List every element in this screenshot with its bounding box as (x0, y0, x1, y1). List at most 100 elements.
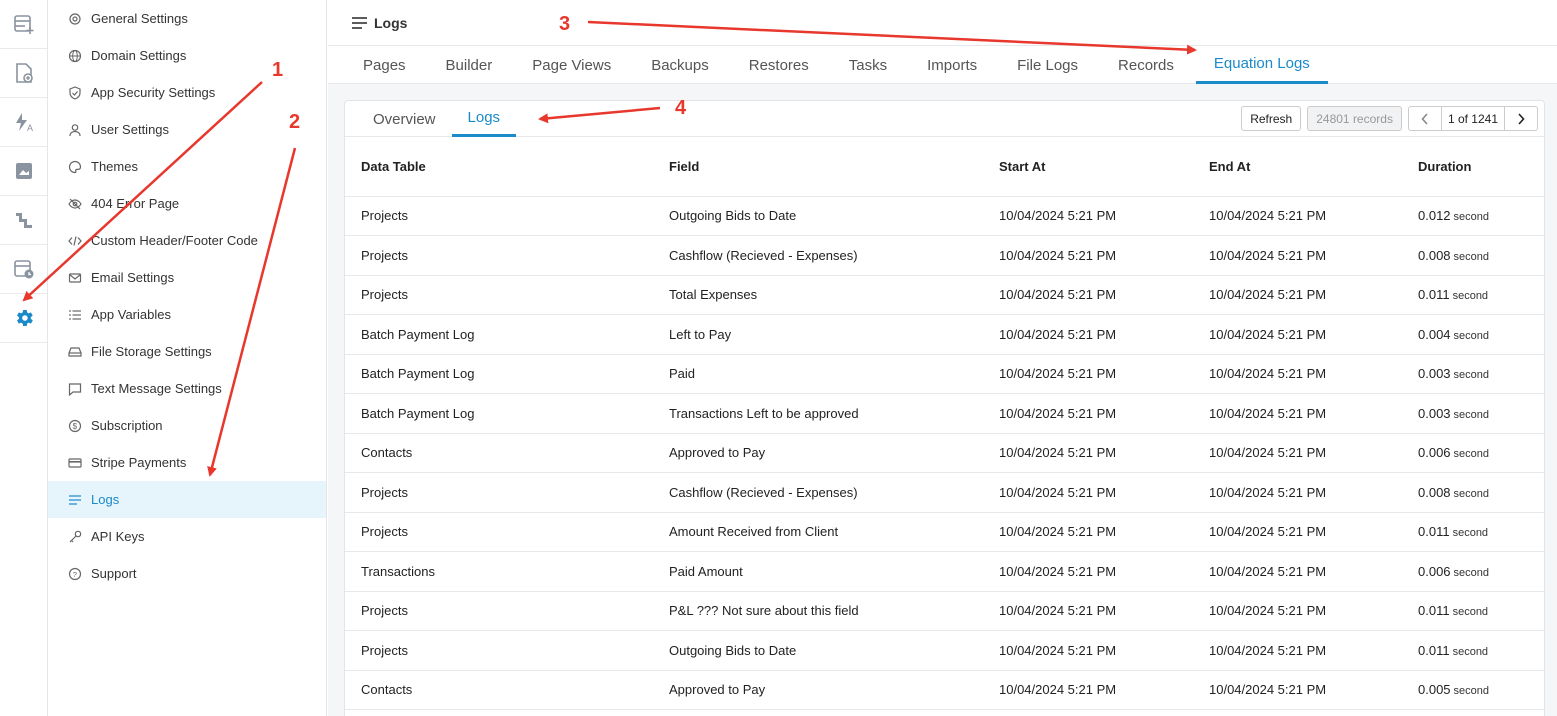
tab-imports[interactable]: Imports (909, 46, 995, 84)
table-row[interactable]: Batch Payment Log Left to Pay 10/04/2024 5… (345, 314, 1544, 355)
tab-file-logs[interactable]: File Logs (999, 46, 1096, 84)
rail-item-tables[interactable] (0, 0, 47, 49)
column-header-duration[interactable]: Duration (1402, 137, 1544, 197)
sidebar-item-label: Stripe Payments (91, 455, 187, 470)
cell-end-at: 10/04/2024 5:21 PM (1193, 591, 1402, 631)
sidebar-item-label: API Keys (91, 529, 145, 544)
sidebar-item-logs[interactable]: Logs (48, 481, 326, 518)
message-icon (67, 381, 82, 396)
sidebar-item-support[interactable]: ? Support (48, 555, 326, 592)
sidebar-item-general-settings[interactable]: General Settings (48, 0, 326, 37)
duration-unit: second (1453, 566, 1490, 579)
table-row[interactable]: Contacts Approved to Pay 10/04/2024 5:21 P… (345, 670, 1544, 710)
sidebar-item-user-settings[interactable]: User Settings (48, 111, 326, 148)
tab-restores[interactable]: Restores (731, 46, 827, 84)
duration-unit: second (1452, 290, 1489, 303)
next-page-button[interactable] (1505, 107, 1537, 130)
subtab-logs[interactable]: Logs (451, 101, 517, 137)
table-row[interactable]: Batch Payment Log Transactions Left to be… (345, 393, 1544, 434)
tab-backups[interactable]: Backups (633, 46, 727, 84)
duration-value: 0.005 (1418, 682, 1451, 698)
column-header-end-at[interactable]: End At (1193, 137, 1402, 197)
annotation-number-2: 2 (289, 111, 301, 133)
sidebar-item-label: Text Message Settings (91, 381, 222, 396)
table-row[interactable]: Projects Total Expenses 10/04/2024 5:21 PM… (345, 275, 1544, 315)
sidebar-item-file-storage-settings[interactable]: File Storage Settings (48, 333, 326, 370)
rail-item-pages[interactable] (0, 49, 47, 98)
cell-end-at: 10/04/2024 5:21 PM (1193, 433, 1402, 473)
sidebar-item-themes[interactable]: Themes (48, 148, 326, 185)
sidebar-item-label: 404 Error Page (91, 196, 180, 211)
duration-value: 0.008 (1418, 247, 1451, 263)
cell-data-table: Projects (345, 630, 653, 671)
duration-value: 0.003 (1418, 405, 1451, 421)
help-icon: ? (67, 566, 82, 581)
shield-icon (67, 85, 82, 100)
cell-field: Paid Amount (653, 551, 983, 592)
sidebar-item-email-settings[interactable]: Email Settings (48, 259, 326, 296)
cell-field: P&L ??? Not sure about this field (653, 591, 983, 631)
cell-start-at: 10/04/2024 5:21 PM (983, 275, 1193, 315)
eye-off-icon (67, 196, 82, 211)
rail-item-integrations[interactable] (0, 196, 47, 245)
tab-page-views[interactable]: Page Views (514, 46, 629, 84)
sidebar-item-label: User Settings (91, 122, 170, 137)
rail-item-media[interactable] (0, 147, 47, 196)
refresh-button[interactable]: Refresh (1241, 106, 1302, 131)
cell-duration: 0.005 second (1402, 670, 1544, 710)
sidebar-item-app-security-settings[interactable]: App Security Settings (48, 74, 326, 111)
duration-value: 0.008 (1418, 484, 1451, 500)
rail-item-translate[interactable]: A (0, 98, 47, 147)
rail-item-schedules[interactable] (0, 245, 47, 294)
main-content: Logs Pages Builder Page Views Backups Re… (328, 0, 1557, 716)
sidebar-item-label: Email Settings (91, 270, 175, 285)
duration-unit: second (1452, 527, 1489, 540)
sidebar-item-stripe-payments[interactable]: Stripe Payments (48, 444, 326, 481)
cell-field: Total Expenses (653, 275, 983, 315)
sidebar-item-404-error-page[interactable]: 404 Error Page (48, 185, 326, 222)
sidebar-item-label: Subscription (91, 418, 163, 433)
sidebar-item-subscription[interactable]: $ Subscription (48, 407, 326, 444)
sidebar-item-custom-header-footer-code[interactable]: Custom Header/Footer Code (48, 222, 326, 259)
column-header-field[interactable]: Field (653, 137, 983, 197)
chevron-left-icon (1421, 112, 1428, 125)
column-header-start-at[interactable]: Start At (983, 137, 1193, 197)
table-row[interactable]: ProjectsCashflow (Recieved - Expenses)10… (345, 235, 1544, 276)
sidebar-item-domain-settings[interactable]: Domain Settings (48, 37, 326, 74)
lines-icon (67, 492, 82, 507)
tab-records[interactable]: Records (1100, 46, 1192, 84)
sidebar-item-text-message-settings[interactable]: Text Message Settings (48, 370, 326, 407)
table-row[interactable]: Projects Outgoing Bids to Date 10/04/2024 … (345, 196, 1544, 236)
table-row[interactable]: Projects P&L ??? Not sure about this fiel… (345, 591, 1544, 631)
table-row[interactable]: Projects Outgoing Bids to Date 10/04/2024 … (345, 630, 1544, 671)
cell-end-at: 10/04/2024 5:21 PM (1193, 512, 1402, 552)
table-row[interactable]: ProjectsCashflow (Recieved - Expenses)10… (345, 709, 1544, 716)
column-header-data-table[interactable]: Data Table (345, 137, 653, 197)
rail-item-settings[interactable] (0, 294, 47, 343)
cell-field: Cashflow (Recieved - Expenses) (653, 709, 983, 716)
table-toolbar: Refresh 24801 records 1 of 1241 (1235, 106, 1538, 131)
table-row[interactable]: Projects Amount Received from Client 10/04… (345, 512, 1544, 552)
tab-pages[interactable]: Pages (345, 46, 424, 84)
tab-tasks[interactable]: Tasks (831, 46, 905, 84)
subtabs: Overview Logs Refresh 24801 records 1 of… (345, 101, 1544, 137)
tab-equation-logs[interactable]: Equation Logs (1195, 46, 1328, 84)
cell-data-table: Projects (345, 591, 653, 631)
dollar-icon: $ (67, 418, 82, 433)
cell-field: Cashflow (Recieved - Expenses) (653, 472, 983, 513)
table-row[interactable]: Transactions Paid Amount 10/04/2024 5:21 P… (345, 551, 1544, 592)
subtab-overview[interactable]: Overview (357, 101, 452, 137)
duration-value: 0.011 (1418, 603, 1450, 619)
tab-builder[interactable]: Builder (428, 46, 511, 84)
table-clock-icon (13, 260, 33, 279)
sidebar-item-app-variables[interactable]: App Variables (48, 296, 326, 333)
table-row[interactable]: Batch Payment Log Paid 10/04/2024 5:21 PM 1… (345, 354, 1544, 394)
cell-duration: 0.008second (1402, 709, 1544, 716)
table-row[interactable]: Contacts Approved to Pay 10/04/2024 5:21 P… (345, 433, 1544, 473)
cell-field: Approved to Pay (653, 433, 983, 473)
sidebar-item-api-keys[interactable]: API Keys (48, 518, 326, 555)
globe-icon (67, 48, 82, 63)
prev-page-button[interactable] (1409, 107, 1441, 130)
menu-icon[interactable] (352, 16, 367, 29)
table-row[interactable]: ProjectsCashflow (Recieved - Expenses)10… (345, 472, 1544, 513)
